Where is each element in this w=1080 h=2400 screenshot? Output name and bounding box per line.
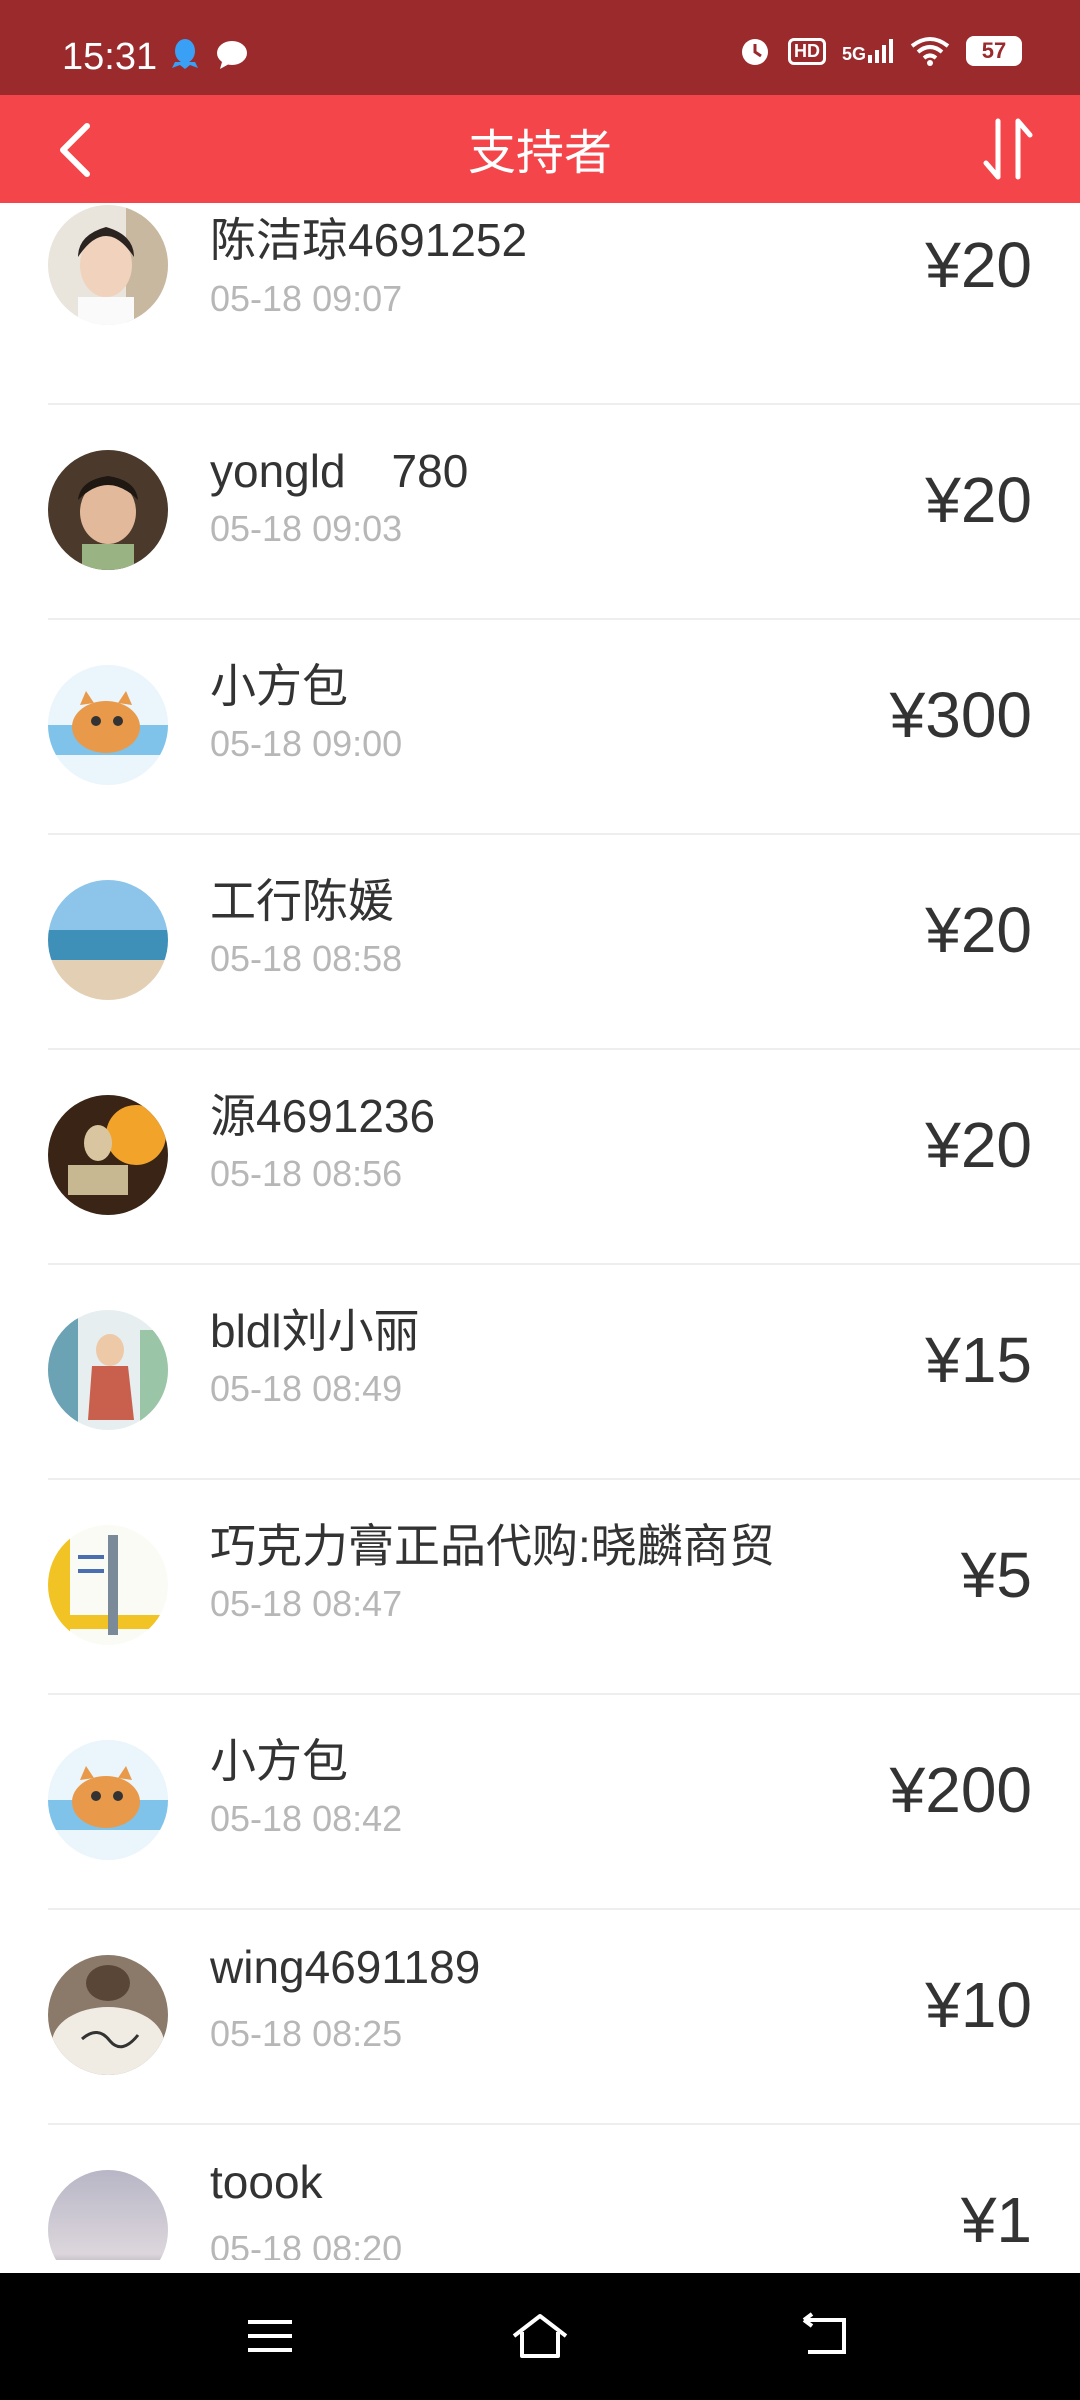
- supporter-row[interactable]: 陈洁琼4691252 05-18 09:07 ¥20: [0, 190, 1080, 405]
- qq-icon: [172, 39, 198, 69]
- supporter-row[interactable]: 小方包 05-18 08:42 ¥200: [0, 1695, 1080, 1910]
- app-bar: 支持者: [0, 95, 1080, 203]
- avatar: [48, 665, 168, 785]
- home-button[interactable]: [500, 2301, 580, 2371]
- system-nav-bar: [0, 2273, 1080, 2400]
- support-time: 05-18 08:47: [210, 1583, 403, 1624]
- avatar: [48, 1525, 168, 1645]
- support-amount: ¥20: [925, 229, 1032, 301]
- status-bar: 15:31 HD 5G 57: [0, 0, 1080, 95]
- supporter-row[interactable]: wing4691189 05-18 08:25 ¥10: [0, 1910, 1080, 2125]
- supporter-row[interactable]: yongld 780 05-18 09:03 ¥20: [0, 405, 1080, 620]
- hd-badge: HD: [787, 37, 826, 65]
- support-time: 05-18 08:20: [210, 2228, 403, 2260]
- battery-indicator: 57: [966, 36, 1022, 66]
- support-amount: ¥200: [889, 1754, 1032, 1826]
- support-time: 05-18 08:58: [210, 938, 403, 979]
- supporter-name: 陈洁琼4691252: [210, 214, 528, 266]
- supporter-name: yongld 780: [210, 445, 469, 497]
- avatar: [48, 1740, 168, 1860]
- status-notifications: [172, 38, 248, 72]
- supporter-name: 源4691236: [210, 1090, 436, 1142]
- back-nav-button[interactable]: [786, 2301, 866, 2371]
- avatar: [48, 2170, 168, 2260]
- avatar: [48, 880, 168, 1000]
- supporter-row[interactable]: 源4691236 05-18 08:56 ¥20: [0, 1050, 1080, 1265]
- supporter-row[interactable]: bldl刘小丽 05-18 08:49 ¥15: [0, 1265, 1080, 1480]
- support-amount: ¥10: [925, 1969, 1032, 2041]
- support-amount: ¥20: [925, 1109, 1032, 1181]
- home-icon: [512, 2314, 568, 2358]
- signal-icon: 5G: [842, 39, 894, 63]
- support-amount: ¥300: [889, 679, 1032, 751]
- supporter-name: toook: [210, 2156, 323, 2208]
- support-time: 05-18 08:49: [210, 1368, 403, 1409]
- avatar: [48, 1310, 168, 1430]
- sort-button[interactable]: [972, 113, 1044, 185]
- avatar: [48, 1095, 168, 1215]
- supporter-name: bldl刘小丽: [210, 1305, 420, 1357]
- supporter-list[interactable]: 陈洁琼4691252 05-18 09:07 ¥20 yongld 780 05…: [0, 190, 1080, 2260]
- support-time: 05-18 09:00: [210, 723, 403, 764]
- supporter-name: 小方包: [210, 660, 348, 712]
- supporter-row[interactable]: 巧克力膏正品代购:晓麟商贸 05-18 08:47 ¥5: [0, 1480, 1080, 1695]
- wifi-icon: [910, 37, 950, 66]
- alarm-icon: [741, 39, 768, 65]
- avatar: [48, 1955, 168, 2075]
- status-indicators: HD 5G 57: [738, 34, 1022, 68]
- menu-icon: [248, 2320, 292, 2352]
- page-title: 支持者: [467, 127, 612, 180]
- support-amount: ¥5: [960, 1539, 1032, 1611]
- support-time: 05-18 09:03: [210, 508, 403, 549]
- supporter-name: 小方包: [210, 1735, 348, 1787]
- supporter-row[interactable]: toook 05-18 08:20 ¥1: [0, 2125, 1080, 2260]
- support-amount: ¥1: [960, 2184, 1032, 2256]
- supporter-name: wing4691189: [210, 1941, 481, 1993]
- support-time: 05-18 09:07: [210, 278, 403, 319]
- avatar: [48, 205, 168, 325]
- support-time: 05-18 08:25: [210, 2013, 403, 2054]
- support-amount: ¥20: [925, 464, 1032, 536]
- menu-button[interactable]: [230, 2301, 310, 2371]
- sort-icon: [983, 118, 1033, 180]
- avatar: [48, 450, 168, 570]
- supporter-row[interactable]: 工行陈媛 05-18 08:58 ¥20: [0, 835, 1080, 1050]
- supporter-row[interactable]: 小方包 05-18 09:00 ¥300: [0, 620, 1080, 835]
- return-icon: [802, 2312, 846, 2354]
- supporter-name: 工行陈媛: [210, 875, 394, 927]
- message-icon: [217, 41, 247, 69]
- status-time: 15:31: [62, 36, 158, 78]
- support-amount: ¥20: [925, 894, 1032, 966]
- support-amount: ¥15: [925, 1324, 1032, 1396]
- support-time: 05-18 08:42: [210, 1798, 403, 1839]
- supporter-name: 巧克力膏正品代购:晓麟商贸: [210, 1520, 775, 1572]
- support-time: 05-18 08:56: [210, 1153, 403, 1194]
